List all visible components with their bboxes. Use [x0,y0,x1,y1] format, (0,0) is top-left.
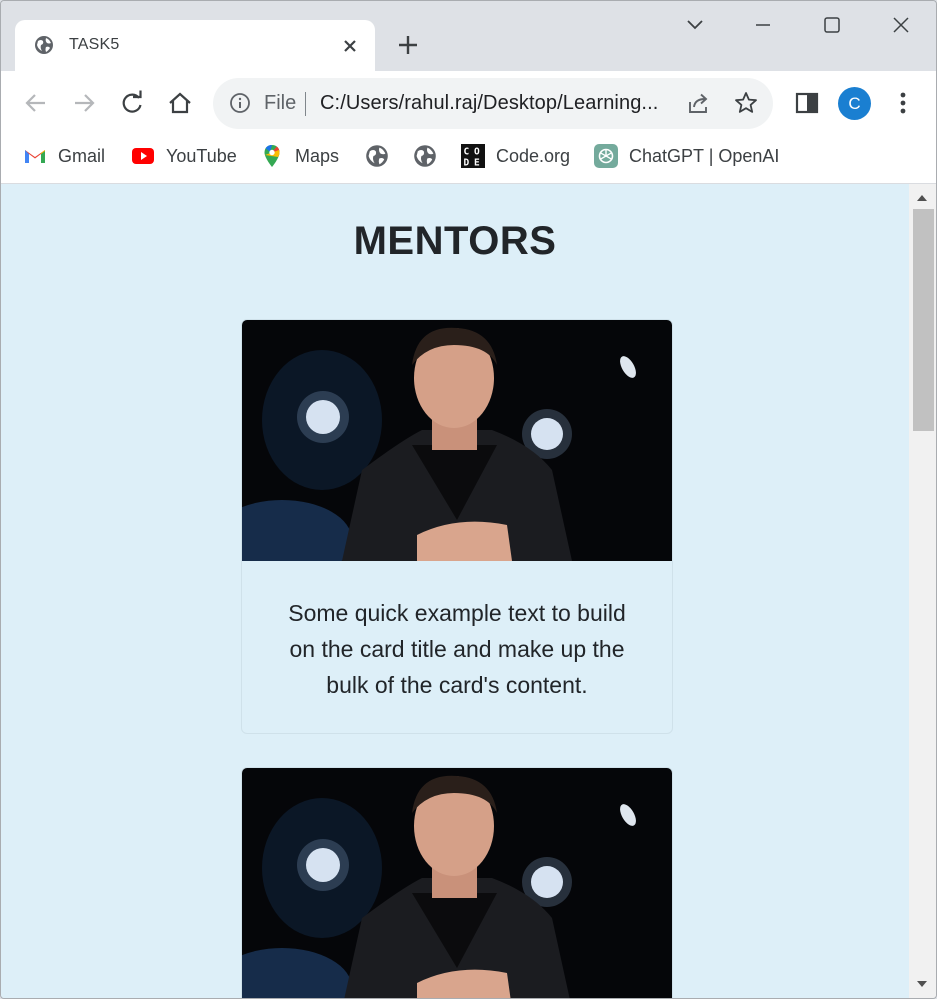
home-icon[interactable] [166,89,194,117]
bookmark-star-icon[interactable] [733,90,759,116]
tab-task5[interactable]: TASK5 [15,20,375,71]
svg-text:E: E [474,158,480,169]
browser-toolbar: File C:/Users/rahul.raj/Desktop/Learning… [1,71,936,135]
bookmark-label: Gmail [58,145,106,166]
bookmark-maps[interactable]: Maps [260,143,339,169]
svg-text:D: D [464,158,470,169]
forward-arrow-icon[interactable] [70,89,98,117]
bookmark-globe-2[interactable] [413,143,437,169]
globe-icon [414,145,436,167]
minimize-icon[interactable] [749,11,777,39]
mentor-card [241,767,673,998]
bookmark-gmail[interactable]: Gmail [23,143,105,169]
svg-text:C: C [464,147,470,158]
tab-strip: TASK5 [1,1,936,71]
scroll-down-arrow-icon[interactable] [910,975,934,993]
browser-window: TASK5 File C:/Users/rahul.raj/Desktop/Le… [0,0,937,999]
side-panel-icon[interactable] [793,89,821,117]
bookmarks-bar: Gmail YouTube Maps C O D E Code.org Chat… [1,135,936,184]
bookmark-label: Code.org [496,145,571,166]
bookmark-chatgpt[interactable]: ChatGPT | OpenAI [594,143,779,169]
globe-icon [35,36,53,54]
tab-title: TASK5 [69,36,120,53]
card-text: Some quick example text to build on the … [288,600,626,698]
url-text[interactable]: C:/Users/rahul.raj/Desktop/Learning... [320,92,658,115]
gmail-icon [25,150,45,163]
bookmark-code-org[interactable]: C O D E Code.org [461,143,570,169]
bookmark-label: Maps [295,145,340,166]
bookmark-label: YouTube [166,145,237,166]
address-bar[interactable]: File C:/Users/rahul.raj/Desktop/Learning… [213,78,773,129]
url-separator [305,92,306,116]
info-icon[interactable] [229,92,251,114]
profile-avatar[interactable]: C [838,87,871,120]
maps-icon [264,145,280,167]
page-heading: MENTORS [353,219,557,263]
mentor-photo [242,768,672,998]
bookmark-label: ChatGPT | OpenAI [629,145,780,166]
mentor-photo [242,320,672,561]
window-close-icon[interactable] [887,11,915,39]
new-tab-plus-icon[interactable] [395,32,421,58]
youtube-icon [132,148,154,164]
tab-search-chevron-down-icon[interactable] [681,11,709,39]
chatgpt-icon [594,144,618,168]
menu-kebab-icon[interactable] [889,89,917,117]
share-icon[interactable] [686,90,712,116]
bookmark-globe-1[interactable] [365,143,389,169]
back-arrow-icon[interactable] [22,89,50,117]
url-scheme-label: File [264,92,297,114]
code-org-icon: C O D E [461,144,485,168]
reload-icon[interactable] [118,89,146,117]
svg-text:O: O [474,147,480,158]
bookmark-youtube[interactable]: YouTube [131,143,237,169]
scroll-up-arrow-icon[interactable] [910,189,934,207]
maximize-icon[interactable] [818,11,846,39]
scrollbar-thumb[interactable] [913,209,934,431]
page-viewport: MENTORS Some quick example text to build… [1,184,909,998]
globe-icon [366,145,388,167]
mentor-card: Some quick example text to build on the … [241,319,673,734]
close-icon[interactable] [340,36,360,56]
